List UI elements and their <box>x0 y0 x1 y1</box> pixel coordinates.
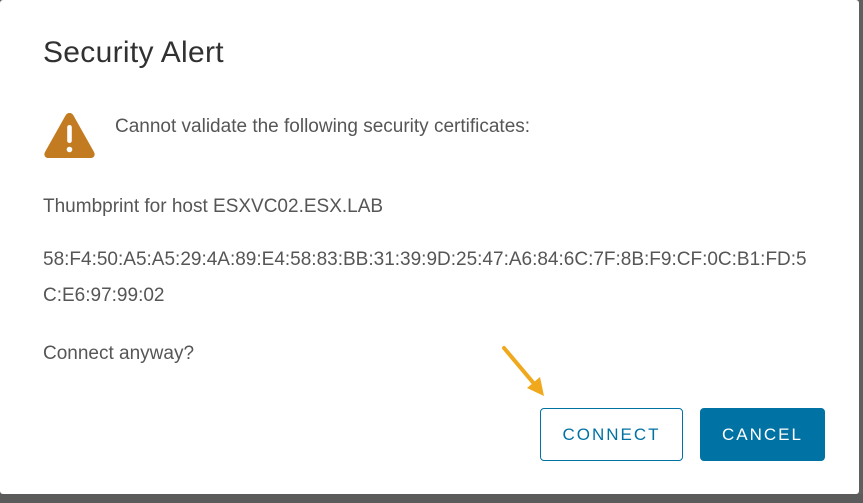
security-alert-dialog: Security Alert Cannot validate the follo… <box>0 0 859 494</box>
connect-question: Connect anyway? <box>43 343 195 364</box>
dialog-title: Security Alert <box>43 36 224 69</box>
pointer-arrow-icon <box>502 346 544 396</box>
alert-row: Cannot validate the following security c… <box>43 110 833 162</box>
connect-button[interactable]: CONNECT <box>540 408 683 461</box>
host-thumbprint-label: Thumbprint for host ESXVC02.ESX.LAB <box>43 196 384 217</box>
warning-triangle-icon <box>44 113 95 158</box>
backdrop-strip <box>0 494 863 503</box>
cancel-button[interactable]: CANCEL <box>700 408 825 461</box>
alert-message: Cannot validate the following security c… <box>115 116 531 137</box>
thumbprint-value: 58:F4:50:A5:A5:29:4A:89:E4:58:83:BB:31:3… <box>43 249 807 306</box>
